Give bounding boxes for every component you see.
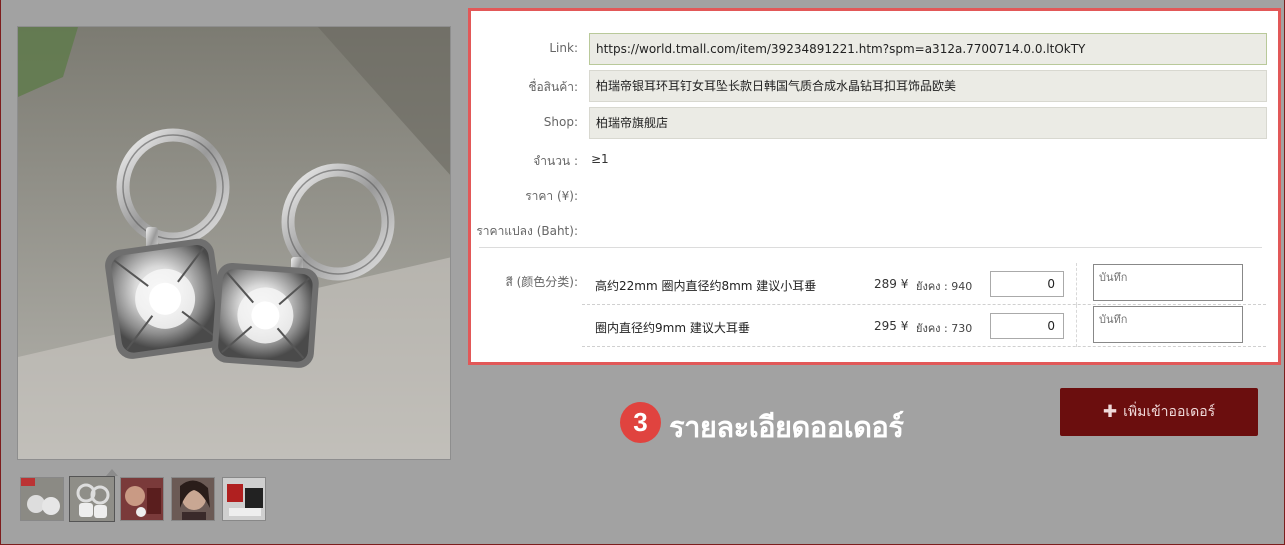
- price-label: ราคา (¥):: [525, 189, 578, 203]
- add-to-order-button[interactable]: ✚ เพิ่มเข้าออเดอร์: [1060, 388, 1258, 436]
- thumbnail-5[interactable]: [222, 477, 266, 521]
- variant-separator: [1076, 305, 1077, 347]
- thumbnail-3[interactable]: [120, 477, 164, 521]
- product-name-field[interactable]: 柏瑞帝银耳环耳钉女耳坠长款日韩国气质合成水晶钻耳扣耳饰品欧美: [589, 70, 1267, 102]
- panel-divider: [479, 247, 1262, 248]
- variant-separator: [1076, 263, 1077, 305]
- variant-price: 289 ¥: [874, 277, 909, 291]
- link-label: Link:: [549, 41, 578, 55]
- variant-stock: ยังคง : 730: [916, 322, 973, 335]
- step-number-badge: 3: [620, 402, 661, 443]
- variant-row: 圈内直径约9mm 建议大耳垂 295 ¥ ยังคง : 730 0: [582, 305, 1266, 347]
- color-option-label: สี (颜色分类):: [505, 275, 578, 289]
- step-title: รายละเอียดออเดอร์: [669, 410, 904, 444]
- quantity-value: ≥1: [591, 152, 609, 166]
- shop-label: Shop:: [543, 115, 578, 129]
- link-field[interactable]: https://world.tmall.com/item/39234891221…: [589, 33, 1267, 65]
- thumbnail-4[interactable]: [171, 477, 215, 521]
- baht-price-label: ราคาแปลง (Baht):: [476, 224, 578, 238]
- product-main-image: [17, 26, 451, 460]
- thumbnail-1[interactable]: [20, 477, 64, 521]
- add-to-order-label: เพิ่มเข้าออเดอร์: [1123, 404, 1216, 420]
- variant-row: 高约22mm 圈内直径约8mm 建议小耳垂 289 ¥ ยังคง : 940 …: [582, 263, 1266, 305]
- variant-note-input[interactable]: [1093, 264, 1243, 301]
- quantity-label: จำนวน :: [533, 154, 578, 168]
- variant-quantity-input[interactable]: 0: [990, 313, 1064, 339]
- order-detail-panel: Link: https://world.tmall.com/item/39234…: [468, 8, 1281, 365]
- plus-icon: ✚: [1102, 402, 1118, 422]
- thumbnail-2[interactable]: [69, 476, 115, 522]
- variant-name: 高约22mm 圈内直径约8mm 建议小耳垂: [595, 279, 817, 293]
- variant-stock: ยังคง : 940: [916, 280, 973, 293]
- selected-thumb-caret: [106, 469, 118, 476]
- variant-note-input[interactable]: [1093, 306, 1243, 343]
- product-name-label: ชื่อสินค้า:: [528, 80, 578, 94]
- variant-price: 295 ¥: [874, 319, 909, 333]
- variant-quantity-input[interactable]: 0: [990, 271, 1064, 297]
- shop-field[interactable]: 柏瑞帝旗舰店: [589, 107, 1267, 139]
- variant-name: 圈内直径约9mm 建议大耳垂: [595, 321, 750, 335]
